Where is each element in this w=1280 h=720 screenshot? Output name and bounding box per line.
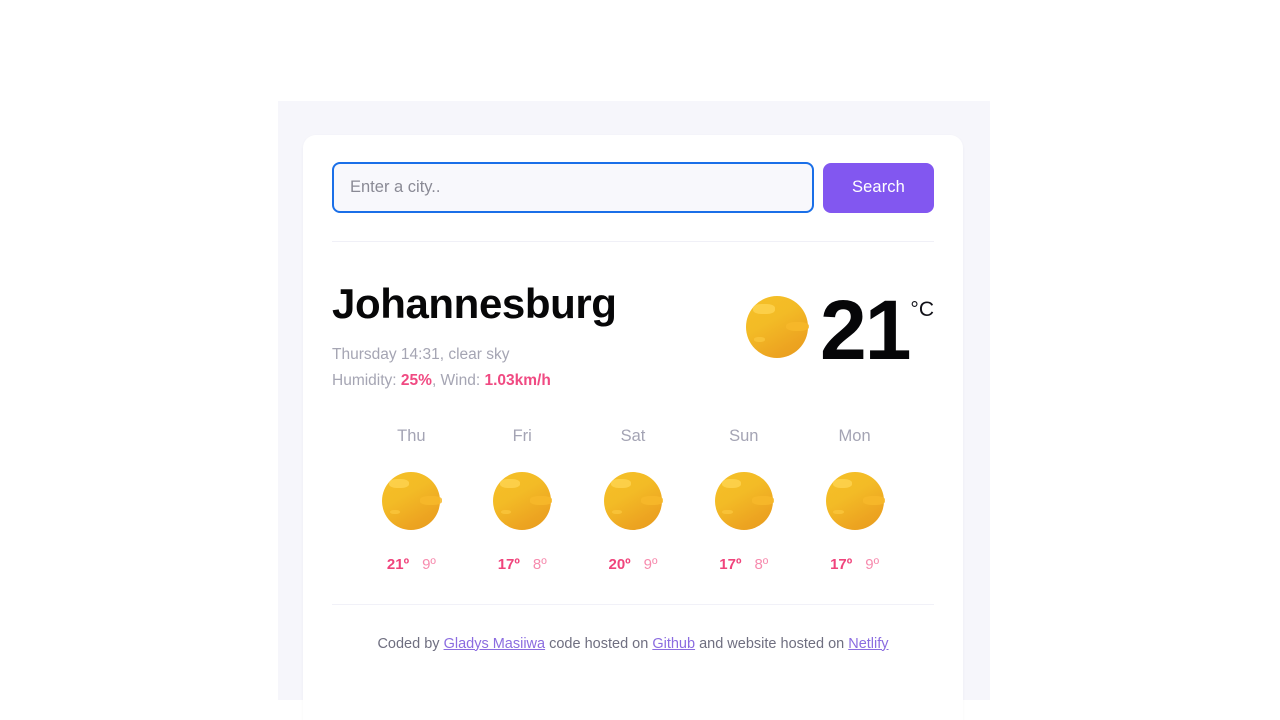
weather-card: Search Johannesburg Thursday 14:31, clea… bbox=[303, 135, 963, 720]
temperature-unit[interactable]: °C bbox=[910, 298, 934, 322]
divider-top bbox=[332, 241, 934, 242]
search-button[interactable]: Search bbox=[823, 162, 934, 213]
forecast-day-name: Fri bbox=[512, 426, 532, 445]
forecast-temp-min: 8º bbox=[754, 555, 769, 573]
forecast-day: Thu 21º 9º bbox=[356, 427, 467, 573]
forecast-day: Sat 20º 9º bbox=[578, 427, 689, 573]
page-root: Search Johannesburg Thursday 14:31, clea… bbox=[0, 0, 1280, 720]
footer-text-2: code hosted on bbox=[545, 635, 653, 652]
github-link[interactable]: Github bbox=[652, 636, 695, 652]
search-form: Search bbox=[332, 135, 934, 213]
sun-icon bbox=[382, 471, 442, 530]
forecast-temperatures: 17º 9º bbox=[830, 556, 879, 573]
forecast-temperatures: 21º 9º bbox=[387, 556, 436, 573]
current-weather-details: Johannesburg Thursday 14:31, clear sky H… bbox=[332, 280, 617, 393]
city-name: Johannesburg bbox=[332, 280, 617, 327]
sun-icon bbox=[493, 471, 553, 530]
forecast-row: Thu 21º 9º Fri 17º 8º Sat 20º 9º Sun 17º… bbox=[332, 393, 934, 573]
author-link[interactable]: Gladys Masiiwa bbox=[444, 636, 546, 652]
netlify-link[interactable]: Netlify bbox=[848, 636, 888, 652]
app-container: Search Johannesburg Thursday 14:31, clea… bbox=[278, 101, 990, 720]
footer-text-3: and website hosted on bbox=[695, 635, 849, 652]
forecast-temp-min: 9º bbox=[422, 555, 436, 573]
search-input[interactable] bbox=[332, 162, 814, 213]
forecast-temperatures: 20º 9º bbox=[608, 556, 657, 573]
current-temperature-block: 21 °C bbox=[745, 280, 934, 377]
forecast-temp-min: 9º bbox=[865, 555, 880, 573]
humidity-wind-line: Humidity: 25%, Wind: 1.03km/h bbox=[332, 369, 617, 393]
footer-text-1: Coded by bbox=[377, 635, 444, 652]
forecast-temp-max: 21º bbox=[386, 555, 410, 573]
forecast-temp-max: 17º bbox=[497, 555, 520, 573]
sun-icon bbox=[714, 471, 774, 530]
forecast-temp-max: 20º bbox=[608, 555, 631, 573]
forecast-temp-max: 17º bbox=[830, 555, 853, 573]
current-weather: Johannesburg Thursday 14:31, clear sky H… bbox=[332, 250, 934, 393]
sun-icon bbox=[825, 471, 885, 530]
wind-value: 1.03km/h bbox=[484, 371, 551, 389]
sun-icon bbox=[603, 471, 664, 530]
humidity-label: Humidity: bbox=[332, 371, 401, 389]
forecast-temp-max: 17º bbox=[719, 555, 742, 573]
divider-bottom bbox=[332, 603, 934, 605]
forecast-temperatures: 17º 8º bbox=[719, 556, 768, 573]
forecast-day: Sun 17º 8º bbox=[688, 427, 799, 573]
footer: Coded by Gladys Masiiwa code hosted on G… bbox=[332, 613, 934, 652]
forecast-day-name: Thu bbox=[397, 426, 426, 445]
forecast-temperatures: 17º 8º bbox=[498, 556, 547, 573]
wind-label: , Wind: bbox=[431, 371, 485, 389]
forecast-temp-min: 8º bbox=[532, 555, 547, 573]
forecast-day-name: Mon bbox=[838, 426, 871, 445]
humidity-value: 25% bbox=[400, 371, 432, 389]
conditions-line: Thursday 14:31, clear sky bbox=[332, 345, 510, 363]
forecast-day: Fri 17º 8º bbox=[467, 427, 578, 573]
sun-icon bbox=[745, 296, 810, 358]
forecast-day-name: Sat bbox=[620, 426, 646, 445]
forecast-temp-min: 9º bbox=[643, 555, 658, 573]
current-temperature: 21 bbox=[819, 283, 911, 377]
forecast-day: Mon 17º 9º bbox=[799, 427, 910, 573]
forecast-day-name: Sun bbox=[729, 426, 759, 445]
